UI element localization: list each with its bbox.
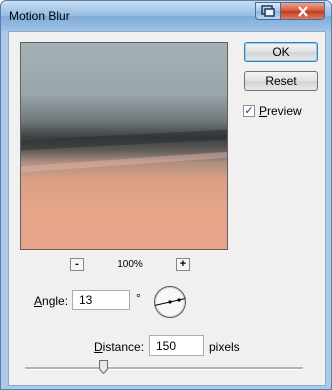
dialog-body: - 100% + OK Reset ✓ Preview Angle: ° Dis…	[8, 31, 326, 386]
degree-symbol: °	[136, 291, 141, 305]
checkbox-check-icon[interactable]: ✓	[243, 105, 255, 117]
angle-input[interactable]	[72, 290, 130, 310]
help-icon[interactable]	[255, 2, 281, 20]
angle-label: Angle:	[34, 294, 69, 308]
distance-input[interactable]	[149, 335, 204, 356]
ok-button[interactable]: OK	[244, 42, 318, 62]
reset-button[interactable]: Reset	[244, 71, 318, 91]
distance-slider-track[interactable]	[25, 367, 303, 370]
angle-dial[interactable]	[153, 285, 187, 319]
preview-checkbox[interactable]: ✓ Preview	[243, 104, 302, 118]
distance-unit: pixels	[209, 340, 240, 354]
blur-streak	[21, 129, 227, 151]
title-bar[interactable]: Motion Blur	[1, 1, 331, 31]
zoom-in-button[interactable]: +	[175, 257, 190, 271]
zoom-level: 100%	[117, 258, 143, 270]
distance-slider-thumb[interactable]	[99, 360, 108, 374]
close-icon[interactable]	[281, 2, 325, 20]
preview-label: Preview	[259, 104, 302, 118]
preview-image[interactable]	[20, 42, 228, 250]
distance-label: Distance:	[94, 340, 145, 354]
zoom-controls: - 100% +	[70, 257, 190, 271]
blur-streak	[21, 151, 227, 173]
zoom-out-button[interactable]: -	[70, 257, 84, 271]
motion-blur-dialog: Motion Blur - 100% + OK Reset ✓ Preview …	[0, 0, 332, 390]
titlebar-buttons	[255, 2, 325, 20]
window-title: Motion Blur	[9, 9, 70, 23]
